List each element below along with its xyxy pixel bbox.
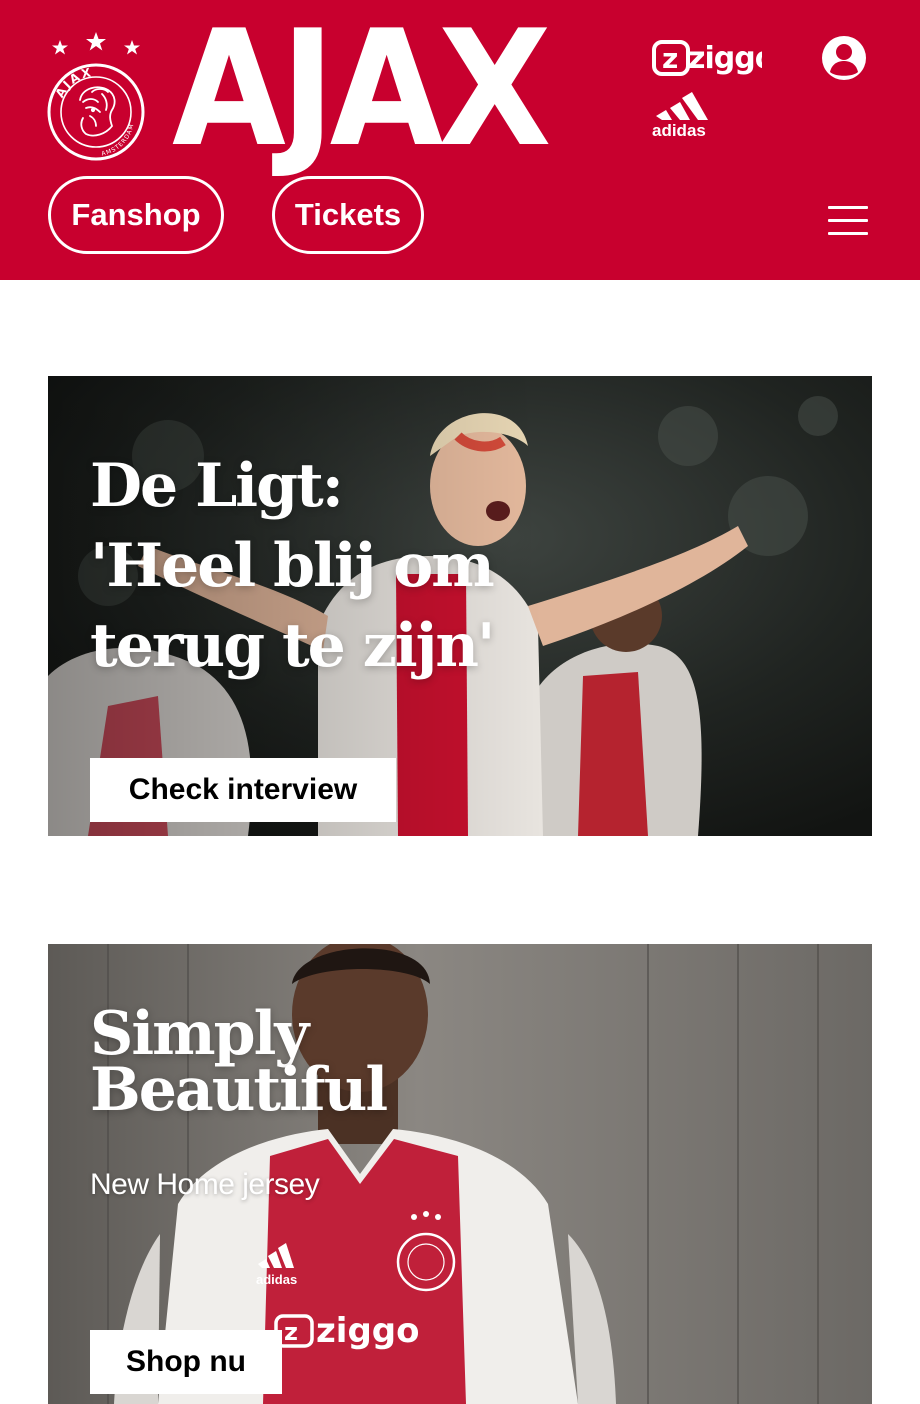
svg-text:z: z [284, 1318, 298, 1346]
ajax-crest-logo[interactable]: AJAX AMSTERDAM [46, 30, 146, 164]
shop-now-button[interactable]: Shop nu [90, 1330, 282, 1394]
headline-line-2: 'Heel blij om [90, 531, 495, 601]
adidas-sponsor-logo[interactable]: adidas [652, 86, 728, 138]
menu-line [828, 232, 868, 235]
headline-line-1: Simply [90, 999, 309, 1069]
card-subtitle: New Home jersey [90, 1168, 320, 1201]
user-account-icon[interactable] [819, 35, 869, 81]
site-header: AJAX AMSTERDAM AJAX z ziggo adidas [0, 0, 920, 280]
card-headline: De Ligt: 'Heel blij om terug te zijn' [90, 446, 610, 686]
ziggo-text: ziggo [688, 41, 762, 76]
fanshop-button[interactable]: Fanshop [48, 176, 224, 254]
jersey-ziggo-text: ziggo [316, 1311, 419, 1351]
ajax-wordmark[interactable]: AJAX [172, 9, 568, 169]
svg-text:z: z [662, 42, 678, 75]
hamburger-menu-icon[interactable] [826, 204, 870, 236]
check-interview-button[interactable]: Check interview [90, 758, 396, 822]
shop-card-home-jersey[interactable]: adidas z ziggo Simply Beautiful New Home… [48, 944, 872, 1404]
headline-line-3: terug te zijn' [90, 611, 495, 681]
headline-line-1: De Ligt: [90, 451, 344, 521]
card-headline: Simply Beautiful [90, 999, 610, 1125]
ziggo-sponsor-logo[interactable]: z ziggo [652, 38, 762, 80]
tickets-button[interactable]: Tickets [272, 176, 424, 254]
headline-line-2: Beautiful [90, 1055, 388, 1125]
menu-line [828, 206, 868, 209]
adidas-text: adidas [652, 121, 706, 138]
jersey-adidas-text: adidas [256, 1272, 297, 1287]
news-card-de-ligt[interactable]: De Ligt: 'Heel blij om terug te zijn' Ch… [48, 376, 872, 836]
menu-line [828, 219, 868, 222]
